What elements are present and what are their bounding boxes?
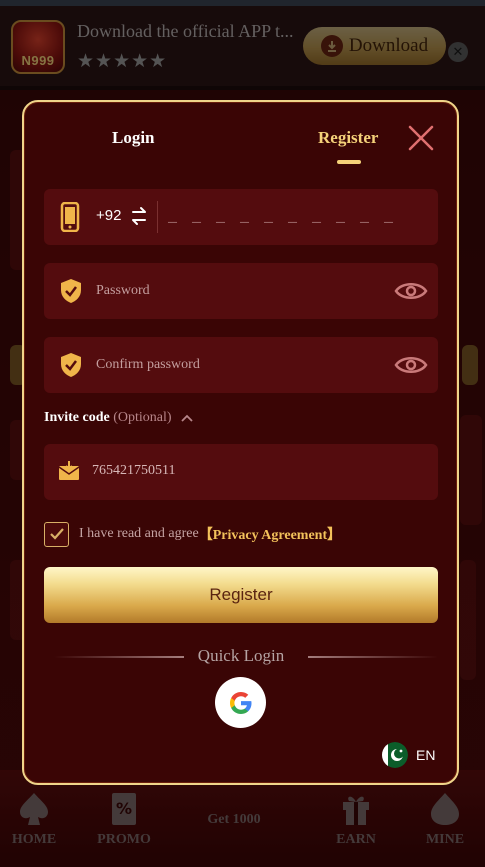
invite-code-toggle[interactable]: Invite code (Optional) [44,410,193,426]
pakistan-flag-icon [382,742,408,768]
envelope-icon [58,461,80,480]
quick-login-divider: Quick Login [44,645,438,669]
check-icon [49,528,64,540]
phone-icon [60,202,80,232]
language-label: EN [416,747,436,763]
swap-icon[interactable] [131,206,147,226]
tab-login[interactable]: Login [112,128,155,148]
google-icon [229,691,251,714]
privacy-agreement-link[interactable]: 【Privacy Agreement】 [199,524,341,544]
invite-code-input[interactable]: 765421750511 [92,463,175,479]
eye-icon[interactable] [394,353,428,377]
confirm-password-input[interactable]: Confirm password [96,357,200,373]
phone-input[interactable]: _ _ _ _ _ _ _ _ _ _ [168,209,396,226]
shield-icon [61,353,81,377]
invite-code-field[interactable]: 765421750511 [44,444,438,500]
register-modal: Login Register +92 _ _ _ _ _ _ _ _ _ _ P… [22,100,459,785]
google-login-button[interactable] [215,677,266,728]
language-selector[interactable]: EN [382,742,435,768]
divider-line [308,656,438,658]
phone-field[interactable]: +92 _ _ _ _ _ _ _ _ _ _ [44,189,438,245]
tab-register[interactable]: Register [318,128,378,148]
active-tab-indicator [337,160,361,164]
shield-icon [61,279,81,303]
agree-checkbox[interactable] [44,521,69,547]
invite-optional-label: (Optional) [113,410,172,425]
eye-icon[interactable] [394,279,428,303]
agree-text: I have read and agree [79,526,199,541]
agreement-row: I have read and agree 【Privacy Agreement… [44,521,341,547]
close-icon[interactable] [407,124,435,152]
register-button[interactable]: Register [44,567,438,623]
password-field[interactable]: Password [44,263,438,319]
country-code[interactable]: +92 [96,207,121,224]
field-divider [157,201,158,233]
invite-code-label: Invite code [44,410,110,425]
password-input[interactable]: Password [96,283,150,299]
chevron-up-icon [181,414,193,422]
confirm-password-field[interactable]: Confirm password [44,337,438,393]
